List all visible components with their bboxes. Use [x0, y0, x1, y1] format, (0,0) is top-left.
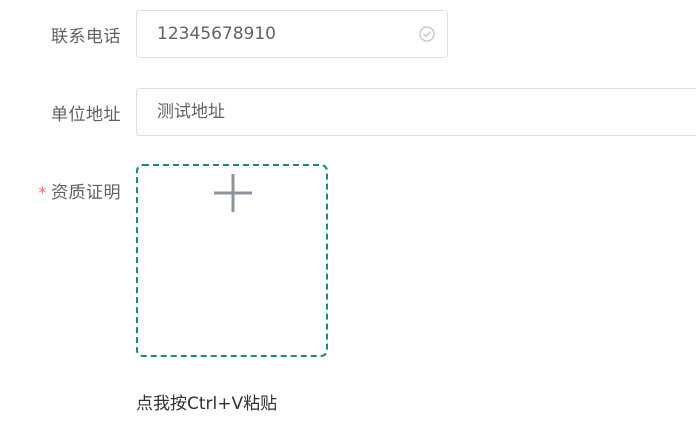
address-input[interactable]: 测试地址 — [136, 88, 696, 136]
form-item-phone: 联系电话 12345678910 — [0, 10, 696, 60]
certificate-upload-area[interactable] — [136, 164, 328, 357]
certificate-label: * 资质证明 — [39, 178, 122, 203]
certificate-label-text: 资质证明 — [51, 183, 121, 203]
address-input-value: 测试地址 — [157, 102, 225, 122]
phone-input[interactable]: 12345678910 — [136, 10, 448, 58]
form-item-address: 单位地址 测试地址 — [0, 88, 696, 138]
form-item-certificate: * 资质证明 — [0, 164, 696, 364]
paste-hint-text[interactable]: 点我按Ctrl+V粘贴 — [136, 389, 277, 414]
form-page: 联系电话 12345678910 单位地址 测试地址 * 资质证明 点我按Ctrl… — [0, 0, 696, 443]
address-label: 单位地址 — [51, 105, 121, 125]
plus-icon — [214, 174, 252, 212]
phone-input-value: 12345678910 — [157, 24, 276, 44]
required-asterisk: * — [38, 183, 47, 202]
check-circle-icon — [419, 26, 435, 42]
phone-label: 联系电话 — [51, 27, 121, 47]
